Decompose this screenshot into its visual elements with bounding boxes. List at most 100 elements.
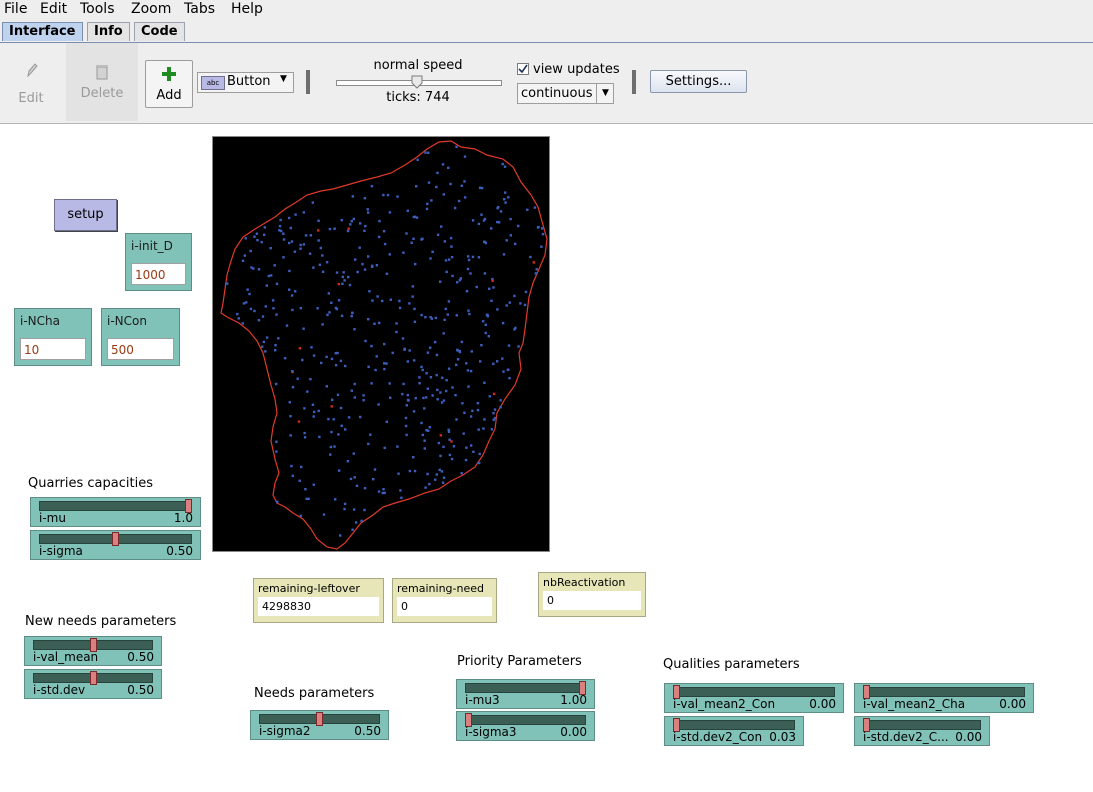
agent bbox=[461, 402, 464, 405]
agent bbox=[366, 208, 369, 211]
menu-zoom[interactable]: Zoom bbox=[131, 0, 171, 18]
slider-track[interactable] bbox=[39, 501, 192, 511]
agent bbox=[265, 336, 269, 339]
agent bbox=[289, 434, 292, 437]
agent bbox=[479, 360, 482, 363]
slider-track[interactable] bbox=[863, 720, 981, 730]
new-needs-parameters-label: New needs parameters bbox=[25, 614, 177, 629]
agent bbox=[389, 396, 392, 399]
agent bbox=[540, 227, 544, 230]
slider-thumb[interactable] bbox=[316, 712, 323, 726]
agent bbox=[226, 282, 229, 285]
menu-tabs[interactable]: Tabs bbox=[184, 0, 215, 18]
menu-help[interactable]: Help bbox=[231, 0, 263, 18]
agent bbox=[334, 352, 337, 355]
agent bbox=[370, 344, 373, 348]
slider-sigma2[interactable]: i-sigma2 0.50 bbox=[250, 710, 389, 740]
input-ncon-field[interactable]: 500 bbox=[107, 338, 174, 360]
agent bbox=[325, 261, 329, 264]
edit-button[interactable]: Edit bbox=[2, 50, 60, 114]
view-updates-checkbox[interactable] bbox=[517, 63, 529, 75]
widget-type-select[interactable]: abc Button ▼ bbox=[197, 72, 294, 93]
input-init-d-field[interactable]: 1000 bbox=[131, 263, 186, 285]
agent bbox=[236, 312, 239, 316]
agent bbox=[465, 362, 468, 365]
agent bbox=[344, 428, 347, 431]
agent bbox=[492, 362, 495, 365]
agent bbox=[447, 428, 450, 432]
agent bbox=[275, 382, 278, 386]
world-view[interactable] bbox=[212, 136, 550, 552]
agent bbox=[353, 328, 356, 331]
setup-button[interactable]: setup bbox=[54, 199, 117, 231]
menu-tools[interactable]: Tools bbox=[80, 0, 115, 18]
agent bbox=[275, 313, 278, 316]
slider-val-mean[interactable]: i-val_mean 0.50 bbox=[24, 636, 162, 666]
agent bbox=[514, 326, 517, 330]
agent bbox=[426, 351, 430, 354]
agent bbox=[299, 307, 302, 310]
agent bbox=[420, 365, 423, 369]
agent bbox=[415, 216, 419, 219]
slider-std-dev2-cha[interactable]: i-std.dev2_C... 0.00 bbox=[854, 716, 990, 746]
menu-edit[interactable]: Edit bbox=[40, 0, 67, 18]
slider-track[interactable] bbox=[465, 683, 586, 693]
agent bbox=[279, 218, 282, 222]
agent bbox=[376, 295, 379, 298]
slider-track[interactable] bbox=[673, 720, 795, 730]
speed-slider-thumb[interactable] bbox=[411, 75, 423, 89]
agent bbox=[312, 266, 315, 269]
slider-val-mean2-cha[interactable]: i-val_mean2_Cha 0.00 bbox=[854, 683, 1034, 713]
agent bbox=[325, 385, 328, 388]
chevron-down-icon: ▼ bbox=[280, 74, 287, 84]
agent bbox=[441, 163, 445, 166]
slider-val-mean2-con[interactable]: i-val_mean2_Con 0.00 bbox=[664, 683, 844, 713]
slider-std-dev[interactable]: i-std.dev 0.50 bbox=[24, 669, 162, 699]
agent bbox=[480, 186, 484, 190]
menu-file[interactable]: File bbox=[4, 0, 27, 18]
agent bbox=[421, 433, 424, 437]
agent bbox=[405, 404, 408, 407]
agent bbox=[331, 398, 334, 401]
slider-sigma[interactable]: i-sigma 0.50 bbox=[30, 530, 201, 560]
agent bbox=[408, 469, 412, 473]
agent bbox=[341, 275, 344, 279]
settings-button[interactable]: Settings... bbox=[650, 70, 747, 93]
agent bbox=[253, 235, 256, 238]
slider-track[interactable] bbox=[863, 687, 1025, 697]
agent bbox=[348, 283, 352, 287]
agent bbox=[388, 211, 392, 214]
slider-mu[interactable]: i-mu 1.0 bbox=[30, 497, 201, 527]
agent bbox=[343, 502, 347, 506]
agent bbox=[447, 166, 450, 169]
update-mode-select[interactable]: continuous ▼ bbox=[517, 83, 614, 104]
agent bbox=[540, 245, 543, 248]
tab-info[interactable]: Info bbox=[87, 22, 130, 41]
agent bbox=[382, 193, 385, 197]
tab-code[interactable]: Code bbox=[134, 22, 185, 41]
agent bbox=[456, 281, 459, 284]
agent bbox=[406, 209, 409, 212]
delete-button[interactable]: Delete bbox=[66, 43, 138, 121]
slider-thumb[interactable] bbox=[112, 532, 119, 546]
agent bbox=[452, 445, 456, 448]
add-button[interactable]: Add bbox=[145, 60, 193, 108]
slider-thumb[interactable] bbox=[89, 671, 97, 685]
agent bbox=[478, 461, 481, 465]
agent bbox=[448, 438, 451, 441]
slider-std-dev2-con[interactable]: i-std.dev2_Con 0.03 bbox=[664, 716, 804, 746]
input-ncha-field[interactable]: 10 bbox=[20, 338, 86, 360]
slider-track[interactable] bbox=[465, 715, 586, 725]
agent bbox=[541, 233, 545, 236]
agent bbox=[339, 406, 343, 410]
agent bbox=[519, 302, 522, 305]
slider-mu3[interactable]: i-mu3 1.00 bbox=[456, 679, 595, 709]
agent bbox=[465, 446, 468, 449]
slider-sigma3[interactable]: i-sigma3 0.00 bbox=[456, 711, 595, 741]
agent bbox=[327, 292, 330, 295]
agent bbox=[269, 247, 272, 250]
agent bbox=[307, 497, 310, 500]
agent bbox=[299, 247, 302, 250]
slider-track[interactable] bbox=[673, 687, 835, 697]
tab-interface[interactable]: Interface bbox=[2, 22, 83, 41]
